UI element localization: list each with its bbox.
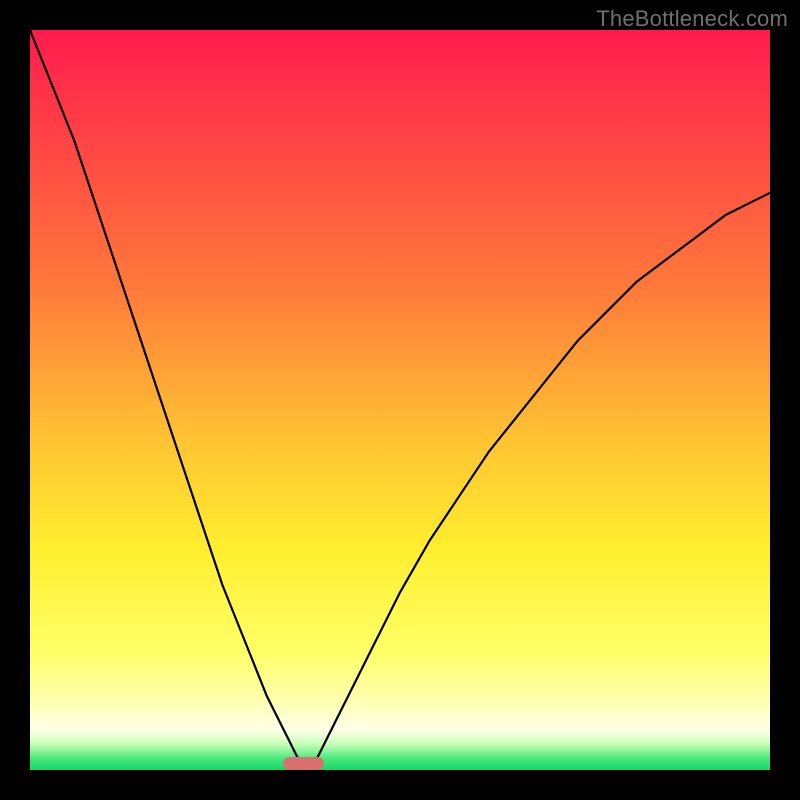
plot-area [30, 30, 770, 770]
bottleneck-curve [30, 30, 770, 770]
chart-frame: TheBottleneck.com [0, 0, 800, 800]
right-branch-path [313, 193, 770, 767]
watermark-text: TheBottleneck.com [596, 6, 788, 32]
left-branch-path [30, 30, 302, 766]
optimum-marker [283, 757, 324, 770]
